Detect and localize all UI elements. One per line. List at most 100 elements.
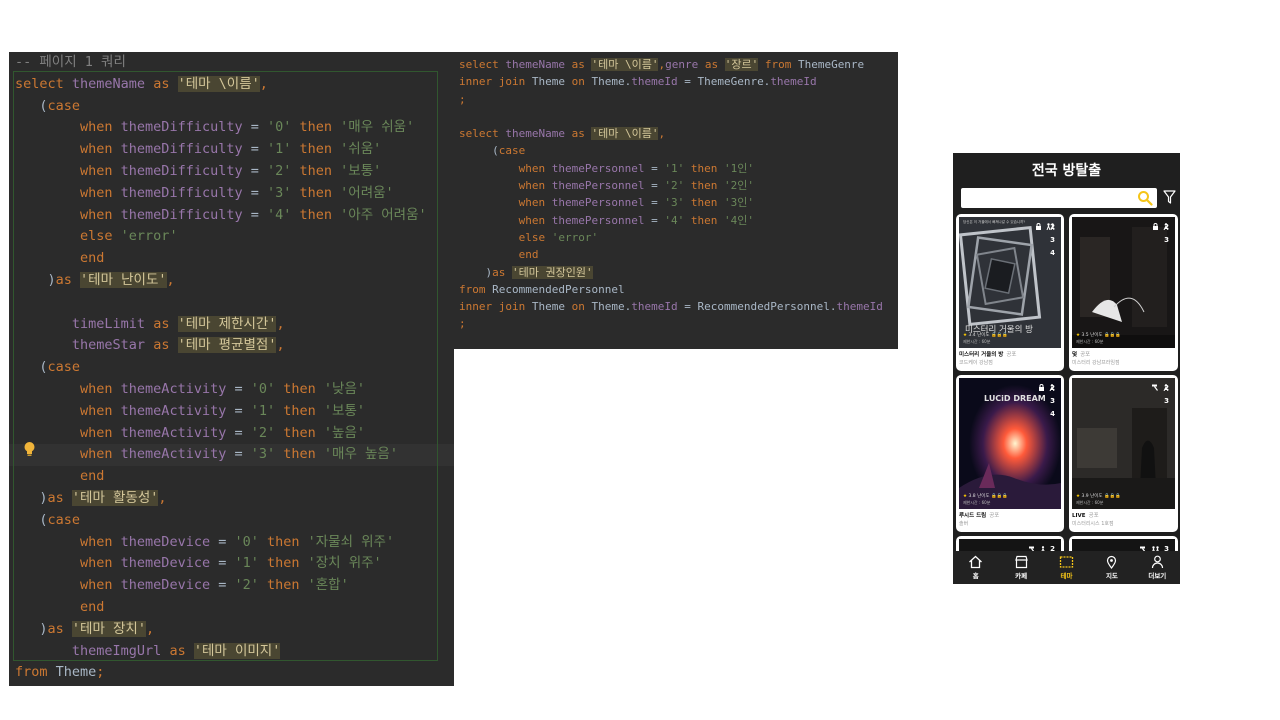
code-line[interactable]: (case: [15, 96, 427, 118]
nav-item-home[interactable]: 홈: [953, 551, 998, 584]
code-token: ;: [459, 92, 466, 106]
code-token: '매우 높음': [323, 446, 398, 463]
code-line[interactable]: select themeName as '테마 \이름',genre as '장…: [459, 56, 883, 73]
code-token: ;: [459, 317, 466, 331]
code-line[interactable]: when themeDifficulty = '1' then '쉬움': [15, 139, 427, 161]
code-line[interactable]: when themeDevice = '0' then '자물쇠 위주': [15, 532, 427, 554]
code-token: '매우 쉬움': [340, 119, 415, 136]
code-line[interactable]: inner join Theme on Theme.themeId = Them…: [459, 73, 883, 90]
code-line[interactable]: (case: [459, 142, 883, 159]
code-token: (: [459, 144, 499, 158]
code-token: when: [518, 179, 552, 193]
search-icon[interactable]: [1137, 190, 1153, 206]
code-token: when: [80, 424, 121, 441]
nav-item-more[interactable]: 더보기: [1135, 551, 1180, 584]
theme-name: 덫: [1072, 352, 1078, 358]
code-line[interactable]: end: [15, 466, 427, 488]
theme-name: LIVE: [1072, 513, 1086, 519]
code-line[interactable]: [15, 292, 427, 314]
code-line[interactable]: ;: [459, 91, 883, 108]
code-line[interactable]: when themeActivity = '1' then '보통': [15, 401, 427, 423]
code-token: '3': [664, 196, 691, 210]
theme-card[interactable]: ★ 3.9 난이도 🔒🔒🔒 제한시간 : 60분 2 3 LIVE 공포 미스터리…: [1069, 375, 1178, 532]
star-icon: ★: [1076, 494, 1081, 499]
code-line[interactable]: when themePersonnel = '4' then '4인': [459, 212, 883, 229]
code-token: select: [459, 58, 506, 71]
code-line[interactable]: else 'error': [15, 226, 427, 248]
code-line[interactable]: when themeDevice = '1' then '장치 위주': [15, 553, 427, 575]
filter-icon[interactable]: [1163, 190, 1176, 205]
code-line[interactable]: )as '테마 활동성',: [15, 488, 427, 510]
sql-code-left[interactable]: -- 페이지 1 쿼리 select themeName as '테마 \이름',…: [15, 52, 427, 684]
code-line[interactable]: inner join Theme on Theme.themeId = Reco…: [459, 298, 883, 315]
code-token: ,: [145, 620, 155, 637]
code-line[interactable]: when themeDifficulty = '2' then '보통': [15, 161, 427, 183]
code-line[interactable]: )as '테마 장치',: [15, 619, 427, 641]
code-line[interactable]: end: [459, 246, 883, 263]
star-icon: ★: [963, 333, 968, 338]
code-line[interactable]: ;: [459, 315, 883, 332]
code-token: when: [80, 206, 121, 223]
code-token: when: [80, 402, 121, 419]
code-token: then: [283, 446, 324, 463]
code-token: = RecommendedPersonnel.: [677, 300, 837, 314]
code-line[interactable]: from Theme;: [15, 662, 427, 684]
code-token: then: [283, 380, 324, 397]
code-line[interactable]: timeLimit as '테마 제한시간',: [15, 314, 427, 336]
code-line[interactable]: when themeDifficulty = '4' then '아주 어려움': [15, 205, 427, 227]
code-editor-left[interactable]: -- 페이지 1 쿼리 select themeName as '테마 \이름',…: [9, 52, 454, 686]
code-line[interactable]: when themeActivity = '2' then '높음': [15, 423, 427, 445]
nav-item-cafe[interactable]: 카페: [998, 551, 1043, 584]
code-line[interactable]: [459, 108, 883, 125]
code-token: end: [80, 250, 105, 267]
code-token: as: [571, 127, 592, 141]
code-token: (: [15, 97, 48, 114]
code-line[interactable]: from RecommendedPersonnel: [459, 281, 883, 298]
code-line[interactable]: )as '테마 권장인원': [459, 264, 883, 281]
code-line[interactable]: (case: [15, 357, 427, 379]
code-token: =: [242, 141, 267, 158]
theme-genre: 공포: [1080, 352, 1091, 358]
code-line[interactable]: when themeDifficulty = '0' then '매우 쉬움': [15, 117, 427, 139]
code-line[interactable]: when themePersonnel = '2' then '2인': [459, 177, 883, 194]
code-token: RecommendedPersonnel: [492, 282, 625, 296]
personnel-badge: 2: [1164, 384, 1169, 392]
code-line[interactable]: themeStar as '테마 평균별점',: [15, 335, 427, 357]
code-line[interactable]: when themeActivity = '3' then '매우 높음': [15, 444, 427, 466]
code-line[interactable]: when themePersonnel = '1' then '1인': [459, 160, 883, 177]
code-token: '낮음': [323, 380, 365, 397]
code-line[interactable]: end: [15, 248, 427, 270]
theme-card[interactable]: ★ 3.5 난이도 🔒🔒🔒 제한시간 : 60분 2 3 덫 공포 미스터리 강남…: [1069, 214, 1178, 371]
code-line[interactable]: else 'error': [459, 229, 883, 246]
code-token: '0': [266, 119, 300, 136]
code-token: '어려움': [340, 184, 394, 201]
code-token: '2': [234, 577, 267, 594]
code-line[interactable]: )as '테마 난이도',: [15, 270, 427, 292]
code-token: '2': [664, 179, 691, 193]
code-line[interactable]: when themeDevice = '2' then '혼합': [15, 575, 427, 597]
star-icon: ★: [1076, 333, 1081, 338]
nav-item-map[interactable]: 지도: [1089, 551, 1134, 584]
sql-code-right[interactable]: select themeName as '테마 \이름', genre as '장…: [459, 56, 883, 333]
code-token: =: [210, 555, 235, 572]
search-input[interactable]: [961, 188, 1157, 208]
code-editor-right[interactable]: select themeName as '테마 \이름', genre as '장…: [454, 52, 898, 349]
code-token: (: [15, 359, 48, 376]
code-line[interactable]: themeImgUrl as '테마 이미지': [15, 641, 427, 663]
code-line[interactable]: end: [15, 597, 427, 619]
code-token: '테마 난이도': [80, 271, 167, 288]
nav-item-theme[interactable]: 테마: [1044, 551, 1089, 584]
theme-card[interactable]: 당신은 이 거울에서 빠져나갈 수 있습니까? 미스터리 거울의 방 ★ 3.4…: [956, 214, 1064, 371]
code-line[interactable]: when themePersonnel = '3' then '3인': [459, 194, 883, 211]
code-line[interactable]: -- 페이지 1 쿼리: [15, 52, 427, 74]
code-line[interactable]: select themeName as '테마 \이름',: [15, 74, 427, 96]
code-line[interactable]: select themeName as '테마 \이름',: [459, 125, 883, 142]
code-line[interactable]: when themeActivity = '0' then '낮음': [15, 379, 427, 401]
personnel-badge: 3: [1164, 397, 1169, 405]
theme-card[interactable]: LUCiD DREAM ★ 3.8 난이도 🔒🔒🔒 제한시간 : 60분 2 3…: [956, 375, 1064, 532]
code-line[interactable]: (case: [15, 510, 427, 532]
code-token: as: [169, 642, 194, 659]
code-token: from: [459, 282, 493, 296]
code-line[interactable]: when themeDifficulty = '3' then '어려움': [15, 183, 427, 205]
